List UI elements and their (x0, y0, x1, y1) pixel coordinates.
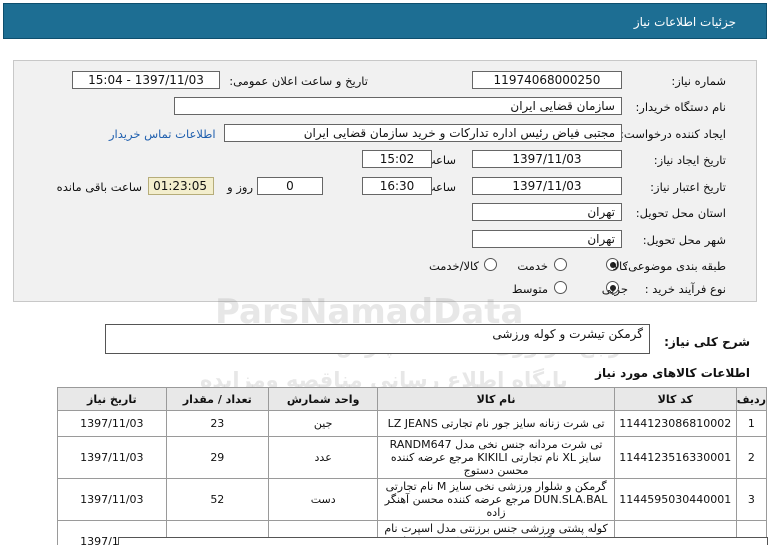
col-header-date: تاریخ نیاز (57, 387, 167, 411)
remaining-time-field: 01:23:05 (148, 177, 214, 195)
cell-unit: دست (267, 478, 379, 521)
cell-unit: عدد (267, 436, 379, 479)
buyer-org-label: نام دستگاه خریدار: (635, 100, 726, 114)
days-remaining-field: 0 (257, 177, 323, 195)
cell-name: تی شرت زنانه سایز جور نام تجارتی LZ JEAN… (377, 410, 615, 437)
created-date-field: 1397/11/03 (472, 150, 622, 168)
city-label: شهر محل تحویل: (642, 233, 726, 247)
cell-index: 1 (735, 410, 768, 437)
cell-date: 1397/11/03 (57, 436, 167, 479)
need-number-label: شماره نیاز: (671, 74, 726, 88)
cell-index: 2 (735, 436, 768, 479)
cell-code: 1144123086810002 (613, 410, 737, 437)
cell-code: 1144123516330001 (613, 436, 737, 479)
page-title-bar: جزئیات اطلاعات نیاز (3, 3, 767, 39)
requester-field: مجتبی فیاض رئیس اداره تدارکات و خرید ساز… (224, 124, 622, 142)
remaining-time-label: ساعت باقی مانده (56, 180, 142, 194)
province-label: استان محل تحویل: (635, 206, 726, 220)
col-header-unit: واحد شمارش (267, 387, 379, 411)
cell-date: 1397/11/03 (57, 478, 167, 521)
cell-name: تی شرت مردانه جنس نخی مدل RANDM647 سایز … (377, 436, 615, 479)
table-row: 3 1144595030440001 گرمکن و شلوار ورزشی ن… (57, 478, 768, 521)
col-header-index: ردیف (735, 387, 768, 411)
process-medium-radio[interactable] (554, 281, 567, 294)
cell-unit: جین (267, 410, 379, 437)
buyer-org-field: سازمان قضایی ایران (174, 97, 622, 115)
process-medium-label: متوسط (511, 282, 548, 296)
cell-qty: 23 (165, 410, 269, 437)
requester-label: ایجاد کننده درخواست: (620, 127, 726, 141)
col-header-name: نام کالا (377, 387, 615, 411)
category-label: طبقه بندی موضوعی: (624, 259, 726, 273)
table-row: 1 1144123086810002 تی شرت زنانه سایز جور… (57, 410, 768, 437)
cell-date: 1397/11/03 (57, 410, 167, 437)
cell-qty: 52 (165, 478, 269, 521)
days-label: روز و (227, 180, 253, 194)
process-minor-label: جزیی (601, 282, 628, 296)
col-header-code: کد کالا (613, 387, 737, 411)
validity-time-field: 16:30 (362, 177, 432, 195)
category-goods-service-radio[interactable] (484, 258, 497, 271)
validity-date-label: تاریخ اعتبار نیاز: (650, 180, 726, 194)
city-field: تهران (472, 230, 622, 248)
cell-qty: 29 (165, 436, 269, 479)
need-details-panel: شماره نیاز: 11974068000250 تاریخ و ساعت … (13, 60, 757, 302)
table-row: 2 1144123516330001 تی شرت مردانه جنس نخی… (57, 436, 768, 479)
process-label: نوع فرآیند خرید : (644, 282, 726, 296)
category-service-radio[interactable] (554, 258, 567, 271)
cell-name: گرمکن و شلوار ورزشی نخی سایز M نام تجارت… (377, 478, 615, 521)
description-field: گرمکن تیشرت و کوله ورزشی (105, 324, 650, 354)
buyer-contact-link[interactable]: اطلاعات تماس خریدار (109, 127, 216, 141)
category-service-label: خدمت (517, 259, 548, 273)
cell-index: 3 (735, 478, 768, 521)
col-header-qty: تعداد / مقدار (165, 387, 269, 411)
announce-datetime-field: 1397/11/03 - 15:04 (72, 71, 220, 89)
extra-notes-field (118, 537, 768, 545)
province-field: تهران (472, 203, 622, 221)
cell-code: 1144595030440001 (613, 478, 737, 521)
announce-datetime-label: تاریخ و ساعت اعلان عمومی: (229, 74, 368, 88)
table-header-row: ردیف کد کالا نام کالا واحد شمارش تعداد /… (57, 387, 768, 411)
validity-date-field: 1397/11/03 (472, 177, 622, 195)
created-date-label: تاریخ ایجاد نیاز: (653, 153, 726, 167)
items-table: ردیف کد کالا نام کالا واحد شمارش تعداد /… (57, 387, 768, 545)
page-title: جزئیات اطلاعات نیاز (633, 15, 736, 29)
items-section-title: اطلاعات کالاهای مورد نیاز (595, 366, 750, 380)
category-goods-label: کالا (612, 259, 628, 273)
need-number-field: 11974068000250 (472, 71, 622, 89)
created-time-field: 15:02 (362, 150, 432, 168)
category-goods-service-label: کالا/خدمت (428, 259, 479, 273)
description-label: شرح کلی نیاز: (664, 335, 750, 349)
